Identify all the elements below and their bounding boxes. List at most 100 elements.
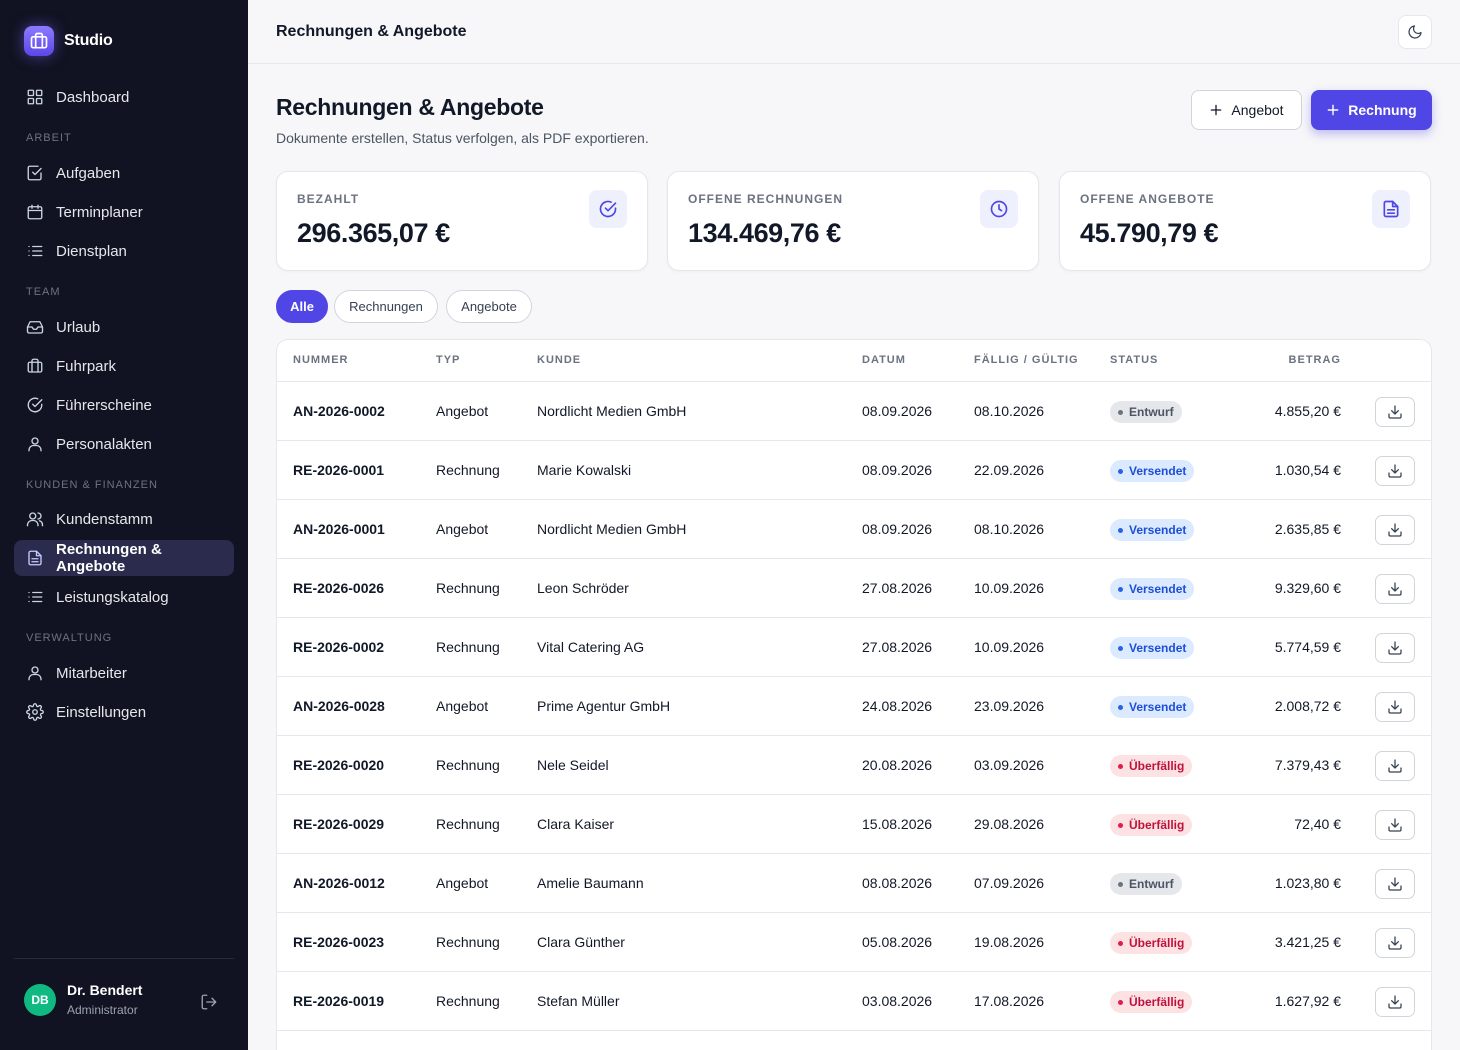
download-icon (1388, 700, 1402, 714)
status-label: Überfällig (1129, 818, 1185, 832)
cell-betrag: 2.008,72 € (1274, 698, 1341, 714)
table-row[interactable]: RE-2026-0019 Rechnung Stefan Müller 03.08.2… (277, 972, 1431, 1031)
page-title: Rechnungen & Angebote (276, 94, 544, 120)
cell-typ: Rechnung (436, 639, 500, 655)
cell-nummer[interactable]: RE-2026-0020 (293, 757, 384, 773)
column-header-betrag[interactable]: BETRAG (1289, 354, 1341, 366)
avatar: DB (24, 983, 56, 1016)
table-row[interactable]: RE-2026-0029 Rechnung Clara Kaiser 15.08.20… (277, 795, 1431, 854)
cell-nummer[interactable]: RE-2026-0002 (293, 639, 384, 655)
download-pdf-button[interactable] (1375, 692, 1415, 722)
table-row[interactable]: RE-2026-0023 Rechnung Clara Günther 05.08.2… (277, 913, 1431, 972)
sidebar-item-personalakten[interactable]: Personalakten (14, 426, 234, 462)
cell-nummer[interactable]: AN-2026-0012 (293, 875, 385, 891)
table-row[interactable]: AN-2026-0001 Angebot Nordlicht Medien GmbH… (277, 500, 1431, 559)
new-rechnung-button[interactable]: Rechnung (1311, 90, 1432, 130)
sidebar-item-dashboard[interactable]: Dashboard (14, 79, 234, 115)
cell-typ: Angebot (436, 875, 489, 891)
filter-rechnungen[interactable]: Rechnungen (334, 290, 438, 323)
sidebar-item-fuhrpark[interactable]: Fuhrpark (14, 348, 234, 384)
download-pdf-button[interactable] (1375, 751, 1415, 781)
status-dot (1118, 527, 1123, 533)
cell-faellig: 03.09.2026 (974, 757, 1045, 773)
cell-nummer[interactable]: RE-2026-0019 (293, 993, 384, 1009)
table-header: NUMMER TYP KUNDE DATUM FÄLLIG / GÜLTIG S… (277, 340, 1431, 382)
download-pdf-button[interactable] (1375, 515, 1415, 545)
download-pdf-button[interactable] (1375, 633, 1415, 663)
cell-faellig: 23.09.2026 (974, 698, 1045, 714)
cell-kunde: Nordlicht Medien GmbH (537, 521, 687, 537)
sidebar-item-leistungskatalog[interactable]: Leistungskatalog (14, 579, 234, 615)
sidebar-item-label: Urlaub (56, 318, 101, 336)
download-pdf-button[interactable] (1375, 928, 1415, 958)
sidebar-item-mitarbeiter[interactable]: Mitarbeiter (14, 655, 234, 691)
theme-toggle-button[interactable] (1398, 15, 1432, 49)
download-pdf-button[interactable] (1375, 574, 1415, 604)
cell-nummer[interactable]: RE-2026-0026 (293, 580, 384, 596)
cell-nummer[interactable]: AN-2026-0001 (293, 521, 385, 537)
cell-nummer[interactable]: AN-2026-0002 (293, 403, 385, 419)
sidebar-item-label: Personalakten (56, 435, 152, 453)
sidebar-item-dienstplan[interactable]: Dienstplan (14, 233, 234, 269)
status-badge: Versendet (1110, 578, 1195, 600)
sidebar: Studio Dashboard ARBEIT Aufgaben Terminp… (0, 0, 248, 1050)
cell-kunde: Clara Günther (537, 934, 625, 950)
download-pdf-button[interactable] (1375, 456, 1415, 486)
sidebar-item-rechnungen-angebote[interactable]: Rechnungen & Angebote (14, 540, 234, 576)
cell-kunde: Prime Agentur GmbH (537, 698, 671, 714)
column-header-nummer[interactable]: NUMMER (293, 354, 349, 366)
download-pdf-button[interactable] (1375, 397, 1415, 427)
cell-betrag: 4.855,20 € (1274, 403, 1341, 419)
logout-icon[interactable] (200, 993, 218, 1011)
sidebar-item-aufgaben[interactable]: Aufgaben (14, 155, 234, 191)
cell-nummer[interactable]: AN-2026-0028 (293, 698, 385, 714)
section-verwaltung: VERWALTUNG (26, 632, 113, 644)
cell-nummer[interactable]: RE-2026-0001 (293, 462, 384, 478)
new-angebot-button[interactable]: Angebot (1191, 90, 1302, 130)
stat-label: BEZAHLT (297, 192, 360, 206)
filter-angebote[interactable]: Angebote (446, 290, 532, 323)
document-icon (28, 550, 42, 566)
sidebar-item-einstellungen[interactable]: Einstellungen (14, 694, 234, 730)
sidebar-item-urlaub[interactable]: Urlaub (14, 309, 234, 345)
column-header-status[interactable]: STATUS (1110, 354, 1158, 366)
page-subtitle: Dokumente erstellen, Status verfolgen, a… (276, 130, 649, 146)
cell-typ: Rechnung (436, 757, 500, 773)
cell-betrag: 5.774,59 € (1274, 639, 1341, 655)
brand[interactable]: Studio (24, 26, 113, 56)
table-row[interactable]: RE-2026-0020 Rechnung Nele Seidel 20.08.202… (277, 736, 1431, 795)
table-row[interactable]: RE-2026-0002 Rechnung Vital Catering AG 27.… (277, 618, 1431, 677)
gear-icon (26, 703, 44, 721)
cell-faellig: 29.08.2026 (974, 816, 1045, 832)
column-header-faellig[interactable]: FÄLLIG / GÜLTIG (974, 354, 1079, 366)
table-row[interactable]: AN-2026-0002 Angebot Nordlicht Medien GmbH… (277, 382, 1431, 441)
status-badge: Versendet (1110, 460, 1195, 482)
table-row[interactable]: RE-2026-0001 Rechnung Marie Kowalski 08.09.… (277, 441, 1431, 500)
column-header-kunde[interactable]: KUNDE (537, 354, 581, 366)
status-dot (1118, 763, 1123, 769)
sidebar-item-kundenstamm[interactable]: Kundenstamm (14, 501, 234, 537)
cell-datum: 27.08.2026 (862, 580, 933, 596)
filter-alle[interactable]: Alle (276, 290, 328, 323)
user-profile[interactable]: DB Dr. Bendert Administrator (24, 982, 142, 1017)
cell-nummer[interactable]: RE-2026-0023 (293, 934, 384, 950)
table-row[interactable]: AN-2026-0028 Angebot Prime Agentur GmbH 24.… (277, 677, 1431, 736)
download-icon (1388, 995, 1402, 1009)
download-pdf-button[interactable] (1375, 987, 1415, 1017)
download-pdf-button[interactable] (1375, 810, 1415, 840)
user-name: Dr. Bendert (67, 982, 143, 998)
table-row[interactable]: AN-2026-0012 Angebot Amelie Baumann 08.08.2… (277, 854, 1431, 913)
sidebar-item-fuehrerscheine[interactable]: Führerscheine (14, 387, 234, 423)
table-row[interactable]: RE-2026-0026 Rechnung Leon Schröder 27.08.2… (277, 559, 1431, 618)
sidebar-item-terminplaner[interactable]: Terminplaner (14, 194, 234, 230)
sidebar-divider (14, 958, 234, 959)
download-icon (1388, 759, 1402, 773)
sidebar-item-label: Führerscheine (56, 396, 152, 414)
section-kunden-finanzen: KUNDEN & FINANZEN (26, 479, 158, 491)
column-header-typ[interactable]: TYP (436, 354, 460, 366)
status-label: Versendet (1129, 464, 1187, 478)
cell-nummer[interactable]: RE-2026-0029 (293, 816, 384, 832)
download-pdf-button[interactable] (1375, 869, 1415, 899)
column-header-datum[interactable]: DATUM (862, 354, 906, 366)
cell-betrag: 1.627,92 € (1274, 993, 1341, 1009)
